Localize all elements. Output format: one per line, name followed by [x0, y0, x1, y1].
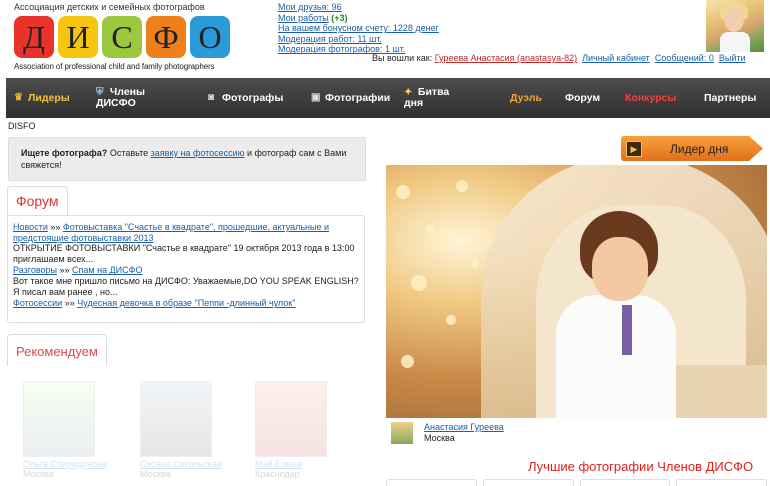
photos-icon: ▣	[311, 92, 321, 103]
logo-letter: С	[100, 14, 144, 60]
tab-recommend[interactable]: Рекомендуем	[7, 334, 107, 366]
photographer-name-link[interactable]: Ольга Спиридонова	[23, 459, 107, 469]
nav-leaders-label: Лидеры	[28, 92, 70, 104]
nav-battle-label-2: дня	[404, 97, 424, 109]
works-moderation-link[interactable]: Модерация работ: 11 шт.	[278, 34, 382, 44]
photographer-city: Краснодар	[255, 469, 300, 479]
nav-members[interactable]: ⛨ Члены ДИСФО	[96, 78, 145, 118]
nav-partners-label: Партнеры	[704, 92, 757, 104]
best-photos-title: Лучшие фотографии Членов ДИСФО	[528, 459, 754, 474]
nav-duel-label: Дуэль	[510, 92, 542, 104]
nav-photographers[interactable]: ◙ Фотографы	[208, 78, 283, 118]
logged-in-label: Вы вошли как:	[372, 53, 433, 63]
site-logo[interactable]: Ассоциация детских и семейных фотографов…	[4, 2, 254, 74]
request-heading: Ищете фотографа?	[21, 148, 108, 158]
list-item[interactable]: Май Елена Краснодар	[255, 381, 333, 479]
forum-category-link[interactable]: Разговоры	[13, 265, 57, 275]
main-nav: ♛ Лидеры ⛨ Члены ДИСФО ◙ Фотографы ▣ Фот…	[6, 78, 770, 118]
user-line: Вы вошли как: Гуреева Анастасия (anastas…	[372, 53, 746, 63]
nav-forum[interactable]: Форум	[565, 78, 600, 118]
forum-excerpt: Вот такое мне пришло письмо на ДИСФО: Ув…	[13, 275, 359, 297]
photosession-request-link[interactable]: заявку на фотосессию	[151, 148, 245, 158]
request-text-before: Оставьте	[107, 148, 151, 158]
list-item: Новости »» Фотовыставка "Счастье в квадр…	[13, 222, 359, 264]
leader-of-day-button[interactable]: ▶ Лидер дня	[621, 136, 763, 161]
logo-letter: Д	[12, 14, 56, 60]
nav-leaders[interactable]: ♛ Лидеры	[14, 78, 70, 118]
logo-letter: Ф	[144, 14, 188, 60]
photographer-name-link[interactable]: Май Елена	[255, 459, 333, 469]
bonus-link[interactable]: На вашем бонусном счету: 1228 денег	[278, 23, 439, 33]
author-avatar[interactable]	[391, 422, 413, 444]
new-works-count: (+3)	[331, 12, 348, 23]
nav-photos-label: Фотографии	[325, 92, 391, 104]
messages-link[interactable]: Сообщений: 0	[655, 53, 714, 63]
nav-battle[interactable]: ✦ Битва дня	[404, 78, 449, 118]
nav-photos[interactable]: ▣ Фотографии	[311, 78, 390, 118]
forum-topic-link[interactable]: Чудесная девочка в образе "Пеппи -длинны…	[77, 298, 295, 308]
nav-partners[interactable]: Партнеры	[704, 78, 756, 118]
separator: »»	[57, 265, 73, 276]
forum-topic-link[interactable]: Спам на ДИСФО	[72, 265, 142, 275]
forum-excerpt: ОТКРЫТИЕ ФОТОВЫСТАВКИ "Счастье в квадрат…	[13, 243, 355, 264]
camera-icon: ◙	[208, 92, 215, 103]
photographer-request-box: Ищете фотографа? Оставьте заявку на фото…	[8, 137, 366, 181]
my-works-link[interactable]: Мои работы	[278, 13, 329, 23]
author-name-link[interactable]: Анастасия Гуреева	[424, 422, 504, 432]
nav-contests-label: Конкурсы	[625, 92, 677, 104]
tab-forum[interactable]: Форум	[7, 186, 68, 216]
photographer-name-link[interactable]: Оксана Сокольская	[140, 459, 222, 469]
forum-category-link[interactable]: Фотосессии	[13, 298, 62, 308]
logo-letter: И	[56, 14, 100, 60]
friends-link[interactable]: Мои друзья: 96	[278, 2, 342, 12]
nav-contests[interactable]: Конкурсы	[625, 78, 676, 118]
separator: »»	[62, 298, 78, 309]
user-stats: Мои друзья: 96 Мои работы (+3) На вашем …	[278, 2, 439, 55]
avatar[interactable]	[706, 0, 764, 52]
leader-photo[interactable]	[386, 165, 767, 418]
photographer-photo	[255, 381, 327, 457]
forum-list: Новости »» Фотовыставка "Счастье в квадр…	[7, 215, 365, 323]
list-item: Разговоры »» Спам на ДИСФО Вот такое мне…	[13, 265, 359, 297]
logo-tiles: Д И С Ф О	[12, 14, 232, 60]
crown-icon: ♛	[14, 92, 23, 103]
recommend-list: Ольга Спиридонова Москва Оксана Сокольск…	[7, 365, 357, 486]
author-city: Москва	[424, 433, 455, 443]
best-photos-strip	[386, 479, 767, 486]
nav-forum-label: Форум	[565, 92, 601, 104]
list-item[interactable]: Оксана Сокольская Москва	[140, 381, 222, 479]
nav-members-label-2: ДИСФО	[96, 97, 136, 109]
logo-tagline-bottom: Association of professional child and fa…	[14, 62, 215, 71]
photographer-city: Москва	[140, 469, 171, 479]
user-name-link[interactable]: Гуреева Анастасия (anastasya-82)	[435, 53, 577, 63]
logout-link[interactable]: Выйти	[719, 53, 746, 63]
play-icon: ▶	[626, 140, 642, 157]
separator: »»	[47, 222, 63, 232]
nav-duel[interactable]: Дуэль	[510, 78, 542, 118]
photographer-photo	[140, 381, 212, 457]
list-item[interactable]: Ольга Спиридонова Москва	[23, 381, 107, 479]
photographer-city: Москва	[23, 469, 54, 479]
logo-tagline-top: Ассоциация детских и семейных фотографов	[14, 2, 205, 12]
cabinet-link[interactable]: Личный кабинет	[582, 53, 650, 63]
list-item: Фотосессии »» Чудесная девочка в образе …	[13, 298, 359, 309]
nav-photographers-label: Фотографы	[222, 92, 284, 104]
photographer-photo	[23, 381, 95, 457]
forum-category-link[interactable]: Новости	[13, 222, 48, 232]
breadcrumb: DISFO	[8, 121, 36, 131]
leader-of-day-label: Лидер дня	[670, 141, 729, 156]
logo-letter: О	[188, 14, 232, 60]
